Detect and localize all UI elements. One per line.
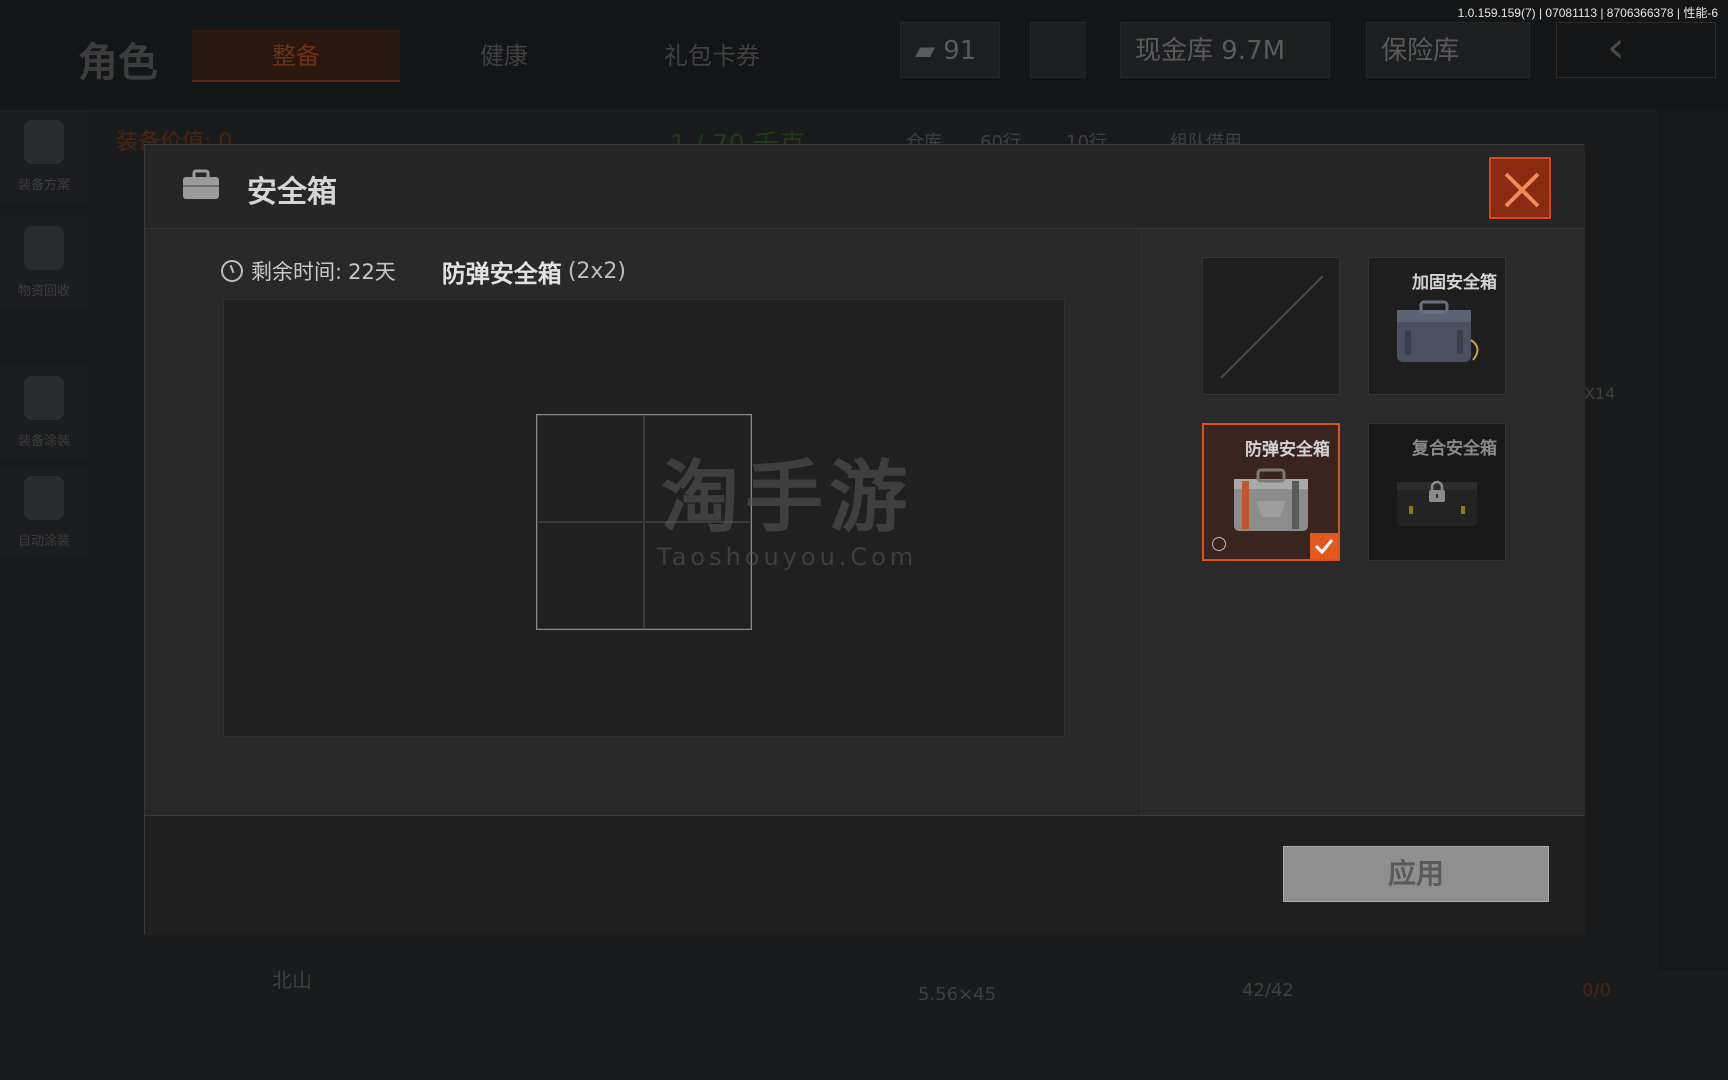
brush-icon <box>24 476 64 520</box>
grid-cell[interactable] <box>644 415 751 522</box>
case-selection-area: 加固安全箱 防弹安全箱 复合安全箱 <box>1141 229 1585 815</box>
remaining-time-label: 剩余时间: <box>251 260 343 284</box>
case-info: 剩余时间: 22天 防弹安全箱 (2x2) <box>221 253 626 289</box>
close-button[interactable] <box>1489 157 1551 219</box>
case-grid <box>536 414 752 630</box>
dialog-title: 安全箱 <box>247 175 337 210</box>
bulletproof-case-icon <box>1234 468 1308 531</box>
grid-cell[interactable] <box>644 522 751 629</box>
grid-cell[interactable] <box>537 522 644 629</box>
case-name: 防弹安全箱 <box>441 259 562 288</box>
empty-slot-icon <box>1220 275 1324 379</box>
slot-bulletproof-case[interactable]: 防弹安全箱 <box>1202 423 1340 561</box>
back-icon[interactable]: ‹ <box>1556 22 1716 78</box>
sidebar-item-skins[interactable]: 装备涂装 <box>0 366 88 458</box>
case-size: (2x2) <box>567 258 626 284</box>
clock-icon <box>1212 537 1226 551</box>
slot-label: 复合安全箱 <box>1412 439 1497 459</box>
sidebar-item-plans[interactable]: 装备方案 <box>0 110 88 202</box>
location: 北山 <box>272 968 312 992</box>
page-title: 角色 <box>78 40 158 86</box>
clock-icon <box>221 260 243 282</box>
version-info: 1.0.159.159(7) | 07081113 | 8706366378 |… <box>1457 6 1718 20</box>
recycle-icon <box>24 226 64 270</box>
case-detail-area: 剩余时间: 22天 防弹安全箱 (2x2) <box>145 229 1141 815</box>
bullet-icon: ▰ <box>915 36 944 66</box>
grid-cell[interactable] <box>537 415 644 522</box>
cash-vault[interactable]: 现金库 9.7M <box>1120 22 1330 78</box>
operator-icon[interactable] <box>1030 22 1086 78</box>
checkmark-icon <box>1310 533 1338 559</box>
bullet-count: ▰ 91 <box>900 22 1000 78</box>
slot-composite-case[interactable]: 复合安全箱 <box>1368 423 1506 561</box>
ammo-count: 42/42 <box>1242 980 1294 1001</box>
case-grid-panel <box>223 299 1065 737</box>
apply-button[interactable]: 应用 <box>1283 846 1549 902</box>
slot-reinforced-case[interactable]: 加固安全箱 <box>1368 257 1506 395</box>
briefcase-icon <box>183 169 219 199</box>
reinforced-case-icon <box>1397 300 1479 362</box>
lock-icon <box>1429 480 1445 502</box>
dialog-footer: 应用 <box>145 815 1585 935</box>
safe-box-dialog: 安全箱 剩余时间: 22天 防弹安全箱 (2x2) 加固安全箱 防弹安全箱 复合… <box>144 144 1585 935</box>
sidebar-item-auto-skin[interactable]: 自动涂装 <box>0 466 88 558</box>
remaining-time-value: 22天 <box>348 260 396 284</box>
counter: 0/0 <box>1582 980 1611 1001</box>
tab-health[interactable]: 健康 <box>400 30 608 82</box>
safe-vault[interactable]: 保险库 <box>1366 22 1530 78</box>
close-icon <box>1504 172 1540 208</box>
helmet-icon <box>24 376 64 420</box>
helmet-icon <box>24 120 64 164</box>
sidebar-item-recycle[interactable]: 物资回收 <box>0 216 88 308</box>
stack-count: X14 <box>1584 384 1616 403</box>
dialog-header: 安全箱 <box>145 145 1585 229</box>
slot-label: 加固安全箱 <box>1412 273 1497 293</box>
slot-label: 防弹安全箱 <box>1245 440 1330 460</box>
tab-prep[interactable]: 整备 <box>192 30 400 82</box>
slot-empty[interactable] <box>1202 257 1340 395</box>
right-panel <box>1658 110 1728 970</box>
ammo-type: 5.56×45 <box>918 984 997 1005</box>
tab-gifts[interactable]: 礼包卡券 <box>608 30 816 82</box>
